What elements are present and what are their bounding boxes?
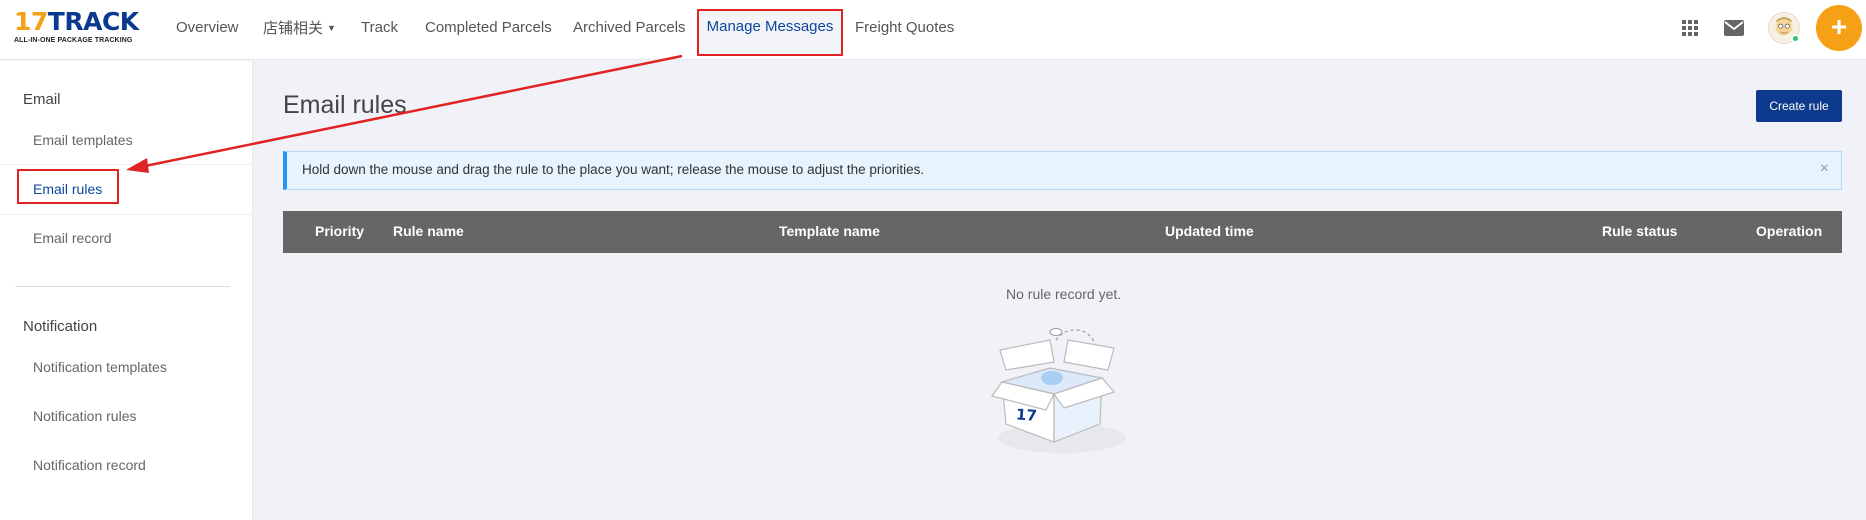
nav-store-label: 店铺相关 <box>263 20 324 37</box>
sidebar: Email Email templates Email rules Email … <box>0 61 253 520</box>
sidebar-row-divider <box>0 214 253 215</box>
chevron-down-icon: ▼ <box>327 23 336 33</box>
table-header: Priority Rule name Template name Updated… <box>283 211 1842 253</box>
sidebar-item-email-templates[interactable]: Email templates <box>33 132 133 148</box>
sidebar-section-divider <box>15 286 230 287</box>
nav-archived-parcels[interactable]: Archived Parcels <box>573 18 686 38</box>
nav-overview[interactable]: Overview <box>176 18 239 38</box>
apps-grid-icon[interactable] <box>1678 16 1702 40</box>
sidebar-section-email: Email <box>23 91 61 108</box>
create-rule-button[interactable]: Create rule <box>1756 90 1842 122</box>
sidebar-item-email-record[interactable]: Email record <box>33 230 112 246</box>
page-title: Email rules <box>283 91 407 119</box>
empty-box-illustration: 17 <box>991 328 1126 453</box>
online-status-dot <box>1791 34 1800 43</box>
nav-manage-messages[interactable]: Manage Messages <box>697 9 843 56</box>
sidebar-item-notification-record[interactable]: Notification record <box>33 457 146 473</box>
logo-tagline: ALL-IN-ONE PACKAGE TRACKING <box>14 37 133 44</box>
column-header-updated-time: Updated time <box>1165 223 1254 239</box>
nav-track[interactable]: Track <box>361 18 398 38</box>
mail-icon[interactable] <box>1722 16 1746 40</box>
illustration-logo-text: 17 <box>1015 405 1037 424</box>
close-icon[interactable]: × <box>1820 160 1829 178</box>
column-header-priority: Priority <box>315 223 365 239</box>
sidebar-section-notification: Notification <box>23 318 98 335</box>
info-alert: Hold down the mouse and drag the rule to… <box>283 151 1842 190</box>
add-button[interactable]: + <box>1816 5 1862 51</box>
sidebar-item-notification-templates[interactable]: Notification templates <box>33 359 167 375</box>
column-header-rule-name: Rule name <box>393 223 464 239</box>
sidebar-item-email-rules[interactable]: Email rules <box>33 181 102 197</box>
17track-logo[interactable]: 17TRACK ALL-IN-ONE PACKAGE TRACKING <box>14 8 144 48</box>
sidebar-row-divider <box>0 164 253 165</box>
sidebar-item-notification-rules[interactable]: Notification rules <box>33 408 137 424</box>
top-navigation-bar: 17TRACK ALL-IN-ONE PACKAGE TRACKING Over… <box>0 0 1866 60</box>
column-header-template-name: Template name <box>779 223 880 239</box>
annotation-arrow <box>126 54 683 173</box>
info-alert-text: Hold down the mouse and drag the rule to… <box>302 162 925 177</box>
nav-manage-messages-label: Manage Messages <box>706 18 834 35</box>
nav-completed-parcels[interactable]: Completed Parcels <box>425 18 552 38</box>
nav-freight-quotes[interactable]: Freight Quotes <box>855 18 954 38</box>
logo-wordmark: 17TRACK <box>14 7 139 36</box>
nav-store-dropdown[interactable]: 店铺相关 ▼ <box>263 18 336 38</box>
column-header-operation: Operation <box>1756 223 1823 239</box>
column-header-rule-status: Rule status <box>1602 223 1678 239</box>
empty-state-text: No rule record yet. <box>1006 286 1122 302</box>
